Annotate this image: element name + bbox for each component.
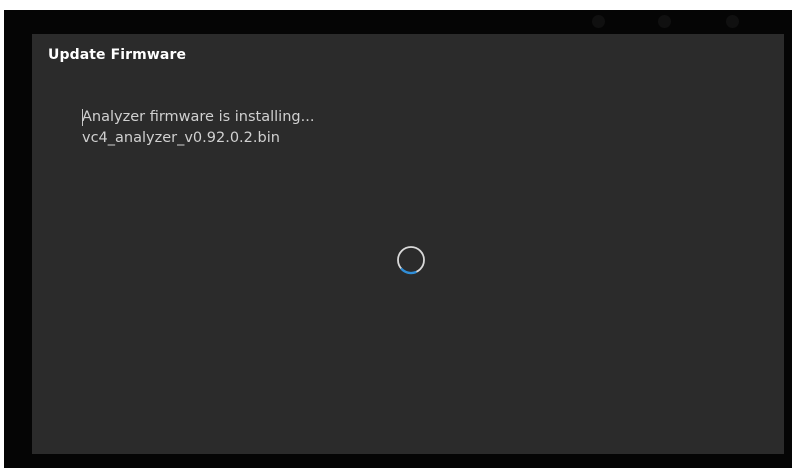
firmware-filename: vc4_analyzer_v0.92.0.2.bin [82, 130, 280, 146]
install-status-message: Analyzer firmware is installing... vc4_a… [82, 107, 314, 149]
status-indicator-icon [726, 15, 739, 28]
dialog-title: Update Firmware [48, 47, 187, 63]
device-screen: Update Firmware Analyzer firmware is ins… [4, 10, 792, 468]
status-indicator-icon [658, 15, 671, 28]
status-indicator-icon [592, 15, 605, 28]
install-status-text: Analyzer firmware is installing... [82, 109, 315, 125]
status-bar [4, 10, 792, 34]
loading-spinner-icon [395, 244, 427, 276]
update-firmware-dialog: Update Firmware Analyzer firmware is ins… [32, 34, 784, 454]
